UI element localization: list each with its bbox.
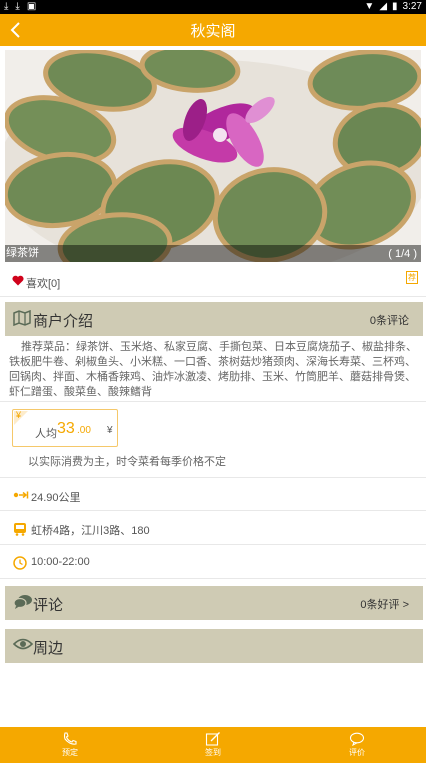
download-icon: ⤓ bbox=[4, 1, 9, 12]
average-price-box: ¥ 人均 33 .00 ¥ bbox=[12, 409, 118, 447]
divider bbox=[0, 510, 426, 511]
average-price-cents: .00 bbox=[77, 425, 91, 436]
business-hours: 10:00-22:00 bbox=[31, 556, 90, 568]
divider bbox=[0, 296, 426, 297]
distance-row: 24.90公里 bbox=[0, 485, 426, 507]
status-time: 3:27 bbox=[402, 1, 422, 12]
divider bbox=[0, 544, 426, 545]
reviews-title: 评论 bbox=[33, 597, 64, 614]
average-price-unit: ¥ bbox=[107, 425, 113, 436]
distance-text: 24.90公里 bbox=[31, 492, 81, 504]
chat-bubbles-icon bbox=[13, 595, 32, 609]
average-price-amount: 33 bbox=[57, 420, 75, 437]
checkin-label: 签到 bbox=[205, 748, 221, 757]
recommended-dishes-text: 推荐菜品：绿茶饼、玉米烙、私家豆腐、手撕包菜、日本豆腐烧茄子、椒盐排条、铁板肥牛… bbox=[9, 341, 417, 398]
nearby-title: 周边 bbox=[33, 640, 64, 657]
average-price-label: 人均 bbox=[35, 428, 57, 440]
eye-icon bbox=[13, 638, 33, 650]
divider bbox=[0, 578, 426, 579]
merchant-intro-title: 商户介绍 bbox=[33, 313, 94, 330]
recommend-badge: 荐 bbox=[406, 271, 418, 284]
signal-icon: ◢ bbox=[379, 1, 388, 12]
checkin-button[interactable]: 签到 bbox=[183, 727, 243, 763]
dish-photo bbox=[5, 50, 421, 262]
merchant-intro-header[interactable]: 商户介绍 0条评论 bbox=[5, 302, 423, 336]
chat-bubble-icon bbox=[349, 732, 365, 746]
map-icon bbox=[13, 310, 31, 326]
chevron-right-icon: > bbox=[402, 599, 409, 611]
distance-icon bbox=[13, 491, 29, 499]
clock-icon bbox=[13, 556, 27, 570]
page-title: 秋实阁 bbox=[190, 23, 236, 40]
rate-button[interactable]: 评价 bbox=[327, 727, 387, 763]
battery-icon: ▮ bbox=[392, 1, 398, 12]
bus-icon bbox=[14, 523, 26, 536]
like-count[interactable]: 喜欢[0] bbox=[26, 275, 60, 291]
edit-icon bbox=[205, 732, 220, 746]
hours-row: 10:00-22:00 bbox=[0, 552, 426, 574]
reviews-header[interactable]: 评论 0条好评 > bbox=[5, 586, 423, 620]
yen-icon-glyph: ¥ bbox=[16, 410, 22, 420]
bus-routes: 虹桥4路，江川3路、180 bbox=[31, 525, 150, 537]
wifi-icon: ▼ bbox=[364, 1, 375, 12]
bus-row[interactable]: 虹桥4路，江川3路、180 bbox=[0, 518, 426, 540]
status-bar: ⤓ ⤓ ▣ ▼ ◢ ▮ 3:27 bbox=[0, 0, 426, 14]
reserve-button[interactable]: 预定 bbox=[40, 727, 100, 763]
good-review-count-text: 0条好评 bbox=[360, 599, 400, 611]
good-review-count[interactable]: 0条好评 > bbox=[360, 596, 409, 612]
download-icon: ⤓ bbox=[15, 1, 20, 12]
divider bbox=[0, 401, 426, 402]
reserve-label: 预定 bbox=[62, 748, 78, 757]
gallery-caption-bar bbox=[5, 245, 421, 262]
app-notification-icon: ▣ bbox=[26, 1, 37, 12]
bottom-nav: 预定 签到 评价 bbox=[0, 727, 426, 763]
divider bbox=[0, 477, 426, 478]
heart-icon[interactable] bbox=[12, 275, 24, 286]
recommended-dishes: 推荐菜品：绿茶饼、玉米烙、私家豆腐、手撕包菜、日本豆腐烧茄子、椒盐排条、铁板肥牛… bbox=[9, 340, 419, 400]
price-note: 以实际消费为主，时令菜肴每季价格不定 bbox=[28, 456, 226, 468]
photo-gallery[interactable]: 绿茶饼 ( 1/4 ) bbox=[5, 50, 421, 262]
title-bar: 秋实阁 bbox=[0, 14, 426, 46]
gallery-caption: 绿茶饼 bbox=[6, 247, 39, 259]
review-count[interactable]: 0条评论 bbox=[370, 312, 409, 328]
phone-icon bbox=[63, 732, 77, 745]
gallery-counter: ( 1/4 ) bbox=[388, 248, 417, 260]
rate-label: 评价 bbox=[349, 748, 365, 757]
nearby-header[interactable]: 周边 bbox=[5, 629, 423, 663]
like-row: 喜欢[0] 荐 bbox=[0, 268, 426, 294]
